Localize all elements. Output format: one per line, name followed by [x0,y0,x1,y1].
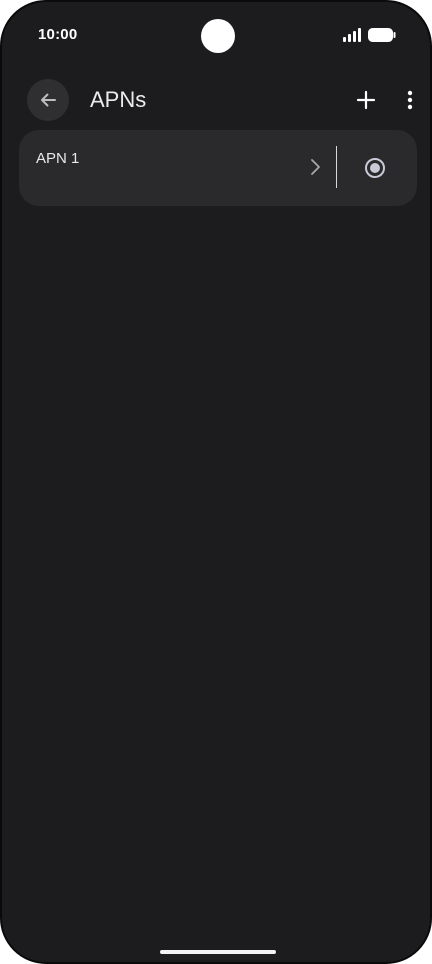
status-bar: 10:00 [2,2,430,70]
signal-icon [343,28,361,42]
more-options-button[interactable] [399,86,421,114]
front-camera-cutout [201,19,235,53]
home-gesture-bar[interactable] [160,950,276,954]
page-title: APNs [90,87,147,112]
top-app-bar: APNs [2,78,430,122]
more-vert-icon [407,90,413,110]
phone-screen: 10:00 APNs APN 1 [0,0,432,964]
apn-name: APN 1 [36,150,80,167]
apn-list-item: APN 1 [19,130,417,206]
radio-selected-icon [365,158,385,178]
status-icons [342,28,396,42]
back-button[interactable] [27,79,69,121]
chevron-right-icon [311,159,320,175]
battery-icon [368,28,396,42]
arrow-back-icon [41,93,56,107]
apn-item-details[interactable]: APN 1 [19,130,337,206]
add-apn-button[interactable] [352,86,380,114]
plus-icon [356,90,376,110]
status-time: 10:00 [38,26,78,43]
apn-item-divider [336,146,337,188]
apn-select-radio[interactable] [361,154,389,182]
